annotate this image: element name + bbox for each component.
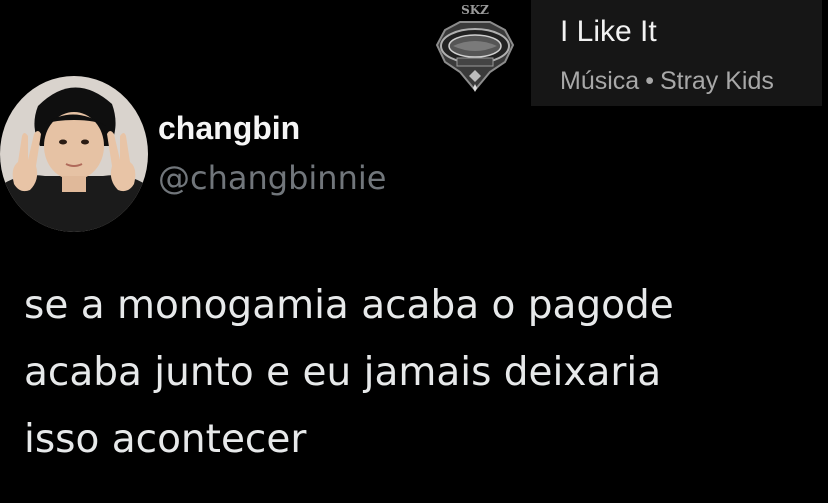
album-art-emblem: SKZ bbox=[425, 0, 525, 102]
post-text-line: acaba junto e eu jamais deixaria bbox=[24, 350, 662, 395]
album-art[interactable]: SKZ bbox=[425, 0, 525, 102]
user-handle[interactable]: @changbinnie bbox=[158, 159, 386, 197]
music-card[interactable]: SKZ I Like It Música • Stray Kids bbox=[420, 0, 822, 106]
avatar[interactable] bbox=[0, 76, 148, 232]
song-artist[interactable]: Stray Kids bbox=[660, 67, 774, 95]
post-text: se a monogamia acaba o pagode acaba junt… bbox=[24, 272, 824, 473]
avatar-photo bbox=[0, 76, 148, 232]
song-title: I Like It bbox=[560, 15, 657, 48]
song-category: Música bbox=[560, 67, 640, 95]
music-info[interactable]: I Like It Música • Stray Kids bbox=[531, 0, 822, 106]
post-text-line: se a monogamia acaba o pagode bbox=[24, 283, 674, 328]
display-name[interactable]: changbin bbox=[158, 110, 300, 147]
post-text-line: isso acontecer bbox=[24, 417, 307, 462]
song-meta: Música • Stray Kids bbox=[560, 67, 774, 96]
album-art-lettering: SKZ bbox=[461, 3, 489, 17]
meta-separator: • bbox=[645, 67, 654, 95]
